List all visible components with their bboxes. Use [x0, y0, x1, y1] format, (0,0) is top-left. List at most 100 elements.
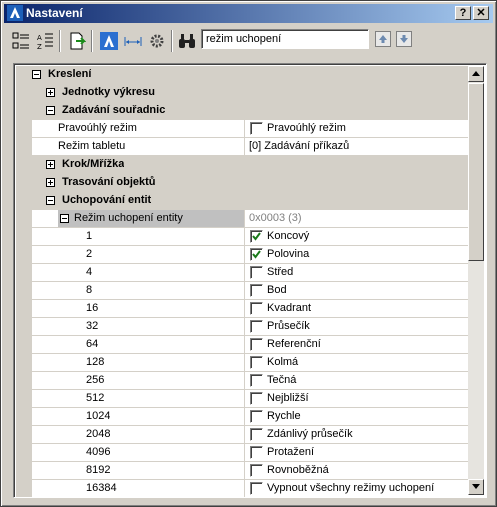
snap-mode-row[interactable]: 64 Referenční: [32, 336, 468, 354]
triangle-up-icon: [472, 71, 480, 76]
snap-mode-row[interactable]: 1024 Rychle: [32, 408, 468, 426]
snap-mode-row[interactable]: 16384 Vypnout všechny režimy uchopení: [32, 480, 468, 497]
snap-mode-row[interactable]: 8192 Rovnoběžná: [32, 462, 468, 480]
category-label: Uchopování entit: [62, 194, 152, 206]
toolbar-separator: [91, 30, 93, 52]
expand-icon[interactable]: [46, 88, 55, 97]
property-row-ortho[interactable]: Pravoúhlý režim Pravoúhlý režim: [32, 120, 468, 138]
property-value[interactable]: Koncový: [244, 228, 468, 245]
property-value[interactable]: Protažení: [244, 444, 468, 461]
property-value[interactable]: Polovina: [244, 246, 468, 263]
close-button[interactable]: ✕: [473, 6, 489, 20]
search-previous-button[interactable]: [375, 31, 391, 47]
snap-mode-code: 256: [86, 374, 105, 386]
snap-mode-code: 128: [86, 356, 105, 368]
property-value[interactable]: Pravoúhlý režim: [244, 120, 468, 137]
snap-mode-checkbox[interactable]: [250, 374, 263, 387]
window-title: Nastavení: [26, 6, 83, 20]
snap-mode-row[interactable]: 4096 Protažení: [32, 444, 468, 462]
export-icon[interactable]: [65, 29, 89, 53]
snap-mode-row[interactable]: 1 Koncový: [32, 228, 468, 246]
snap-mode-row[interactable]: 2048 Zdánlivý průsečík: [32, 426, 468, 444]
snap-mode-checkbox[interactable]: [250, 446, 263, 459]
scrollbar-thumb[interactable]: [468, 83, 484, 261]
property-value[interactable]: Bod: [244, 282, 468, 299]
search-input[interactable]: [201, 29, 369, 49]
snap-mode-row[interactable]: 8 Bod: [32, 282, 468, 300]
snap-mode-row[interactable]: 16 Kvadrant: [32, 300, 468, 318]
property-row-tablet[interactable]: Režim tabletu [0] Zadávání příkazů: [32, 138, 468, 156]
property-value[interactable]: Referenční: [244, 336, 468, 353]
category-snap-grid[interactable]: Krok/Mřížka: [32, 156, 468, 174]
checkmark-icon: [252, 250, 261, 259]
snap-mode-name: Tečná: [267, 374, 297, 386]
help-button[interactable]: ?: [455, 6, 471, 20]
property-value[interactable]: Průsečík: [244, 318, 468, 335]
snap-mode-checkbox[interactable]: [250, 266, 263, 279]
category-drawing-units[interactable]: Jednotky výkresu: [32, 84, 468, 102]
snap-mode-checkbox[interactable]: [250, 356, 263, 369]
snap-mode-checkbox[interactable]: [250, 482, 263, 495]
property-value[interactable]: Zdánlivý průsečík: [244, 426, 468, 443]
collapse-icon[interactable]: [46, 196, 55, 205]
arrow-up-icon: [379, 35, 387, 43]
snap-mode-row[interactable]: 128 Kolmá: [32, 354, 468, 372]
snap-mode-checkbox[interactable]: [250, 464, 263, 477]
property-value[interactable]: Střed: [244, 264, 468, 281]
draw-settings-icon[interactable]: [97, 29, 121, 53]
tablet-select[interactable]: [0] Zadávání příkazů: [244, 138, 468, 155]
collapse-icon[interactable]: [46, 106, 55, 115]
property-rows: Kreslení Jednotky výkresu Zadávání souřa…: [32, 66, 468, 497]
property-value[interactable]: Kvadrant: [244, 300, 468, 317]
snap-mode-checkbox[interactable]: [250, 338, 263, 351]
snap-mode-code: 4: [86, 266, 93, 278]
snap-mode-code: 32: [86, 320, 99, 332]
snap-mode-code: 4096: [86, 446, 111, 458]
snap-mode-row[interactable]: 256 Tečná: [32, 372, 468, 390]
category-object-tracking[interactable]: Trasování objektů: [32, 174, 468, 192]
binoculars-icon[interactable]: [175, 29, 199, 53]
scroll-up-button[interactable]: [468, 66, 484, 82]
snap-mode-checkbox[interactable]: [250, 392, 263, 405]
property-value[interactable]: Nejbližší: [244, 390, 468, 407]
sort-alphabetical-icon[interactable]: A Z: [33, 29, 57, 53]
category-drawing[interactable]: Kreslení: [32, 66, 468, 84]
categorized-view-icon[interactable]: [9, 29, 33, 53]
snap-mode-name: Vypnout všechny režimy uchopení: [267, 482, 435, 494]
snap-mode-checkbox[interactable]: [250, 230, 263, 243]
property-value[interactable]: Kolmá: [244, 354, 468, 371]
title-bar[interactable]: Nastavení ? ✕: [4, 4, 493, 23]
vertical-scrollbar[interactable]: [468, 66, 484, 495]
snap-mode-checkbox[interactable]: [250, 248, 263, 261]
property-value[interactable]: Rychle: [244, 408, 468, 425]
snap-mode-code: 8: [86, 284, 93, 296]
expand-icon[interactable]: [46, 160, 55, 169]
toolbar-separator: [171, 30, 173, 52]
snap-mode-checkbox[interactable]: [250, 410, 263, 423]
expand-icon[interactable]: [46, 178, 55, 187]
settings-dialog: Nastavení ? ✕ A Z režim uchopení Kreslen…: [0, 0, 497, 507]
snap-mode-code: 2048: [86, 428, 111, 440]
collapse-icon[interactable]: [32, 70, 41, 79]
snap-mode-checkbox[interactable]: [250, 428, 263, 441]
collapse-icon[interactable]: [60, 214, 69, 223]
dimension-icon[interactable]: [121, 29, 145, 53]
search-next-button[interactable]: [396, 31, 412, 47]
snap-mode-row[interactable]: 2 Polovina: [32, 246, 468, 264]
snap-mode-checkbox[interactable]: [250, 320, 263, 333]
snap-mode-row[interactable]: 32 Průsečík: [32, 318, 468, 336]
property-value[interactable]: Vypnout všechny režimy uchopení: [244, 480, 468, 497]
category-entity-snap[interactable]: Uchopování entit: [32, 192, 468, 210]
property-row-snap-mode[interactable]: Režim uchopení entity 0x0003 (3): [32, 210, 468, 228]
property-value[interactable]: Tečná: [244, 372, 468, 389]
category-coordinate-input[interactable]: Zadávání souřadnic: [32, 102, 468, 120]
snap-mode-checkbox[interactable]: [250, 302, 263, 315]
snap-mode-checkbox[interactable]: [250, 284, 263, 297]
property-value[interactable]: Rovnoběžná: [244, 462, 468, 479]
snap-mode-row[interactable]: 512 Nejbližší: [32, 390, 468, 408]
scroll-down-button[interactable]: [468, 479, 484, 495]
snap-mode-row[interactable]: 4 Střed: [32, 264, 468, 282]
ortho-checkbox[interactable]: [250, 122, 263, 135]
snap-mode-code: 2: [86, 248, 93, 260]
gear-icon[interactable]: [145, 29, 169, 53]
